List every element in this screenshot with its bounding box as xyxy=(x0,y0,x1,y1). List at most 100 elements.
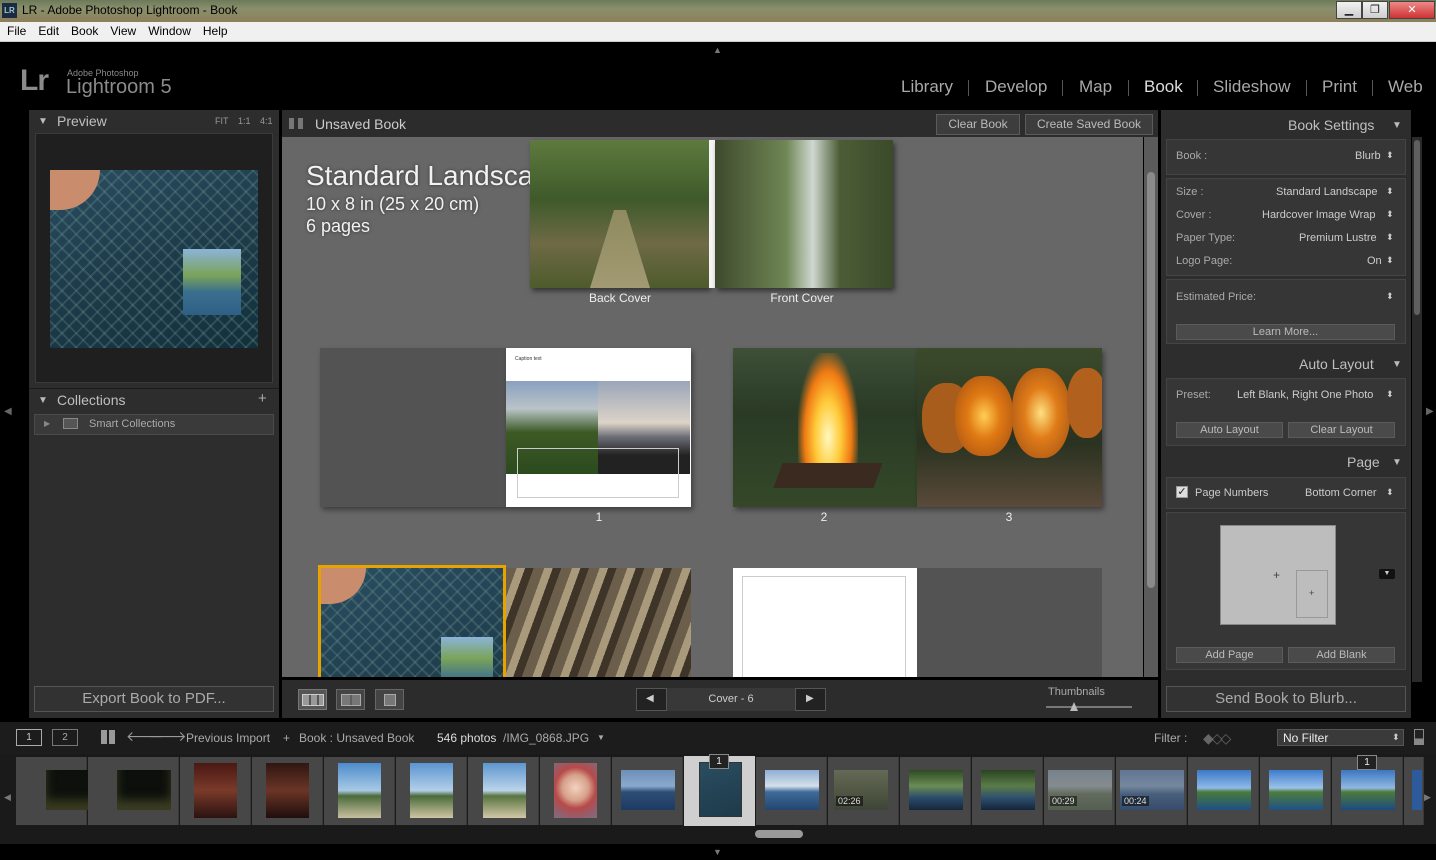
updown-icon: ⬍ xyxy=(1386,291,1394,301)
film-thumb-partial[interactable] xyxy=(1412,770,1422,810)
auto-layout-collapse-icon[interactable]: ▼ xyxy=(1392,359,1402,370)
film-thumb-blue-lake-3[interactable] xyxy=(1341,770,1395,810)
single-page-view-icon[interactable] xyxy=(375,689,404,710)
menu-view[interactable]: View xyxy=(103,22,141,38)
template-dropdown-icon[interactable]: ▼ xyxy=(1379,569,1395,579)
film-thumb-blue-lake-1[interactable] xyxy=(1197,770,1251,810)
previous-page-button[interactable]: ◀ xyxy=(646,693,654,704)
book-settings-title: Book Settings xyxy=(1288,117,1375,133)
paper-type-select[interactable]: Premium Lustre xyxy=(1299,232,1377,244)
page-4-photo-selected[interactable] xyxy=(318,565,506,677)
collapse-bottom-icon[interactable]: ▼ xyxy=(713,847,722,857)
source-book[interactable]: Book : Unsaved Book xyxy=(299,731,414,745)
spread-view-icon[interactable] xyxy=(336,689,365,710)
film-thumb-palm-3[interactable] xyxy=(483,763,526,818)
filmstrip-left-icon[interactable]: ◀ xyxy=(4,792,11,803)
film-thumb-palm-1[interactable] xyxy=(338,763,381,818)
updown-icon: ⬍ xyxy=(1386,232,1394,242)
film-thumb-night-2[interactable] xyxy=(117,770,171,810)
page-template-preview[interactable]: + + xyxy=(1220,525,1336,625)
add-blank-button[interactable]: Add Blank xyxy=(1288,647,1395,663)
page-6-blank[interactable] xyxy=(733,568,917,677)
menu-help[interactable]: Help xyxy=(196,22,233,38)
size-select[interactable]: Standard Landscape xyxy=(1276,186,1378,198)
film-thumb-selected-net[interactable] xyxy=(699,762,742,817)
page-3-photo[interactable] xyxy=(917,348,1102,507)
menu-edit[interactable]: Edit xyxy=(31,22,64,38)
right-scroll-thumb[interactable] xyxy=(1414,140,1420,315)
film-thumb-palm-2[interactable] xyxy=(410,763,453,818)
clear-layout-button[interactable]: Clear Layout xyxy=(1288,422,1395,438)
minimize-icon[interactable]: ▁ xyxy=(1336,1,1362,19)
page-2-photo[interactable] xyxy=(733,348,917,507)
film-thumb-boat[interactable] xyxy=(765,770,819,810)
logo-page-select[interactable]: On xyxy=(1367,255,1382,267)
zoom-1-1[interactable]: 1:1 xyxy=(238,116,251,126)
zoom-fit[interactable]: FIT xyxy=(215,116,229,126)
photo-count: 546 photos xyxy=(437,731,497,745)
create-saved-book-button[interactable]: Create Saved Book xyxy=(1025,114,1153,135)
forward-arrow-icon[interactable]: 🡒 xyxy=(149,728,187,745)
film-thumb-lake[interactable] xyxy=(621,770,675,810)
front-cover-photo[interactable] xyxy=(715,140,893,288)
cover-select[interactable]: Hardcover Image Wrap xyxy=(1262,209,1376,221)
film-thumb-river-1[interactable] xyxy=(909,770,963,810)
module-web[interactable]: Web xyxy=(1388,77,1423,97)
collapse-right-icon[interactable]: ▶ xyxy=(1426,406,1434,417)
collections-collapse-icon[interactable]: ▼ xyxy=(38,395,48,406)
page-5-photo[interactable] xyxy=(506,568,691,677)
module-slideshow[interactable]: Slideshow xyxy=(1213,77,1291,97)
expand-triangle-icon[interactable]: ▶ xyxy=(44,419,50,428)
export-book-pdf-button[interactable]: Export Book to PDF... xyxy=(34,686,274,712)
book-type-select[interactable]: Blurb xyxy=(1355,150,1381,162)
module-map[interactable]: Map xyxy=(1079,77,1112,97)
film-thumb-blue-lake-2[interactable] xyxy=(1269,770,1323,810)
menu-book[interactable]: Book xyxy=(64,22,103,38)
multi-page-view-icon[interactable] xyxy=(298,689,327,710)
filter-lock-icon[interactable] xyxy=(1414,729,1424,745)
menu-window[interactable]: Window xyxy=(141,22,196,38)
page-numbers-position-select[interactable]: Bottom Corner xyxy=(1305,487,1377,499)
maximize-icon[interactable]: ❐ xyxy=(1362,1,1388,19)
back-cover-photo[interactable] xyxy=(530,140,709,288)
close-icon[interactable]: ✕ xyxy=(1389,1,1435,19)
film-thumb-river-2[interactable] xyxy=(981,770,1035,810)
grid-view-icon[interactable] xyxy=(101,730,115,744)
filename-dropdown-icon[interactable]: ▼ xyxy=(597,733,605,742)
smart-collection-folder-icon xyxy=(63,418,78,429)
add-page-button[interactable]: Add Page xyxy=(1176,647,1283,663)
next-page-button[interactable]: ▶ xyxy=(806,693,814,704)
book-settings-collapse-icon[interactable]: ▼ xyxy=(1392,120,1402,131)
clear-book-button[interactable]: Clear Book xyxy=(936,114,1020,135)
module-print[interactable]: Print xyxy=(1322,77,1357,97)
filmstrip-right-icon[interactable]: ▶ xyxy=(1424,792,1431,803)
auto-layout-button[interactable]: Auto Layout xyxy=(1176,422,1283,438)
page-1[interactable]: Caption text xyxy=(506,348,691,507)
film-thumb-child[interactable] xyxy=(554,763,597,818)
preview-image[interactable] xyxy=(50,170,258,348)
filmstrip-scroll-thumb[interactable] xyxy=(755,830,803,838)
module-book[interactable]: Book xyxy=(1144,77,1183,97)
main-window-button[interactable]: 1 xyxy=(16,729,42,746)
page-panel-collapse-icon[interactable]: ▼ xyxy=(1392,457,1402,468)
collapse-left-icon[interactable]: ◀ xyxy=(4,406,12,417)
send-book-to-blurb-button[interactable]: Send Book to Blurb... xyxy=(1166,686,1406,712)
module-library[interactable]: Library xyxy=(901,77,953,97)
second-window-button[interactable]: 2 xyxy=(52,729,78,746)
module-develop[interactable]: Develop xyxy=(985,77,1047,97)
page-numbers-checkbox[interactable]: ✓ xyxy=(1176,486,1188,498)
film-thumb-portrait-2[interactable] xyxy=(266,763,309,818)
menu-file[interactable]: File xyxy=(0,22,31,38)
thumbnail-size-slider[interactable] xyxy=(1046,706,1132,708)
updown-icon: ⬍ xyxy=(1386,150,1394,160)
zoom-4-1[interactable]: 4:1 xyxy=(260,116,273,126)
learn-more-button[interactable]: Learn More... xyxy=(1176,324,1395,340)
preview-collapse-icon[interactable]: ▼ xyxy=(38,116,48,127)
canvas-scrollbar-thumb[interactable] xyxy=(1147,172,1155,588)
preset-select[interactable]: Left Blank, Right One Photo xyxy=(1237,389,1373,401)
film-thumb-portrait-1[interactable] xyxy=(194,763,237,818)
source-previous-import[interactable]: Previous Import xyxy=(186,731,270,745)
add-collection-button[interactable]: + xyxy=(258,390,267,407)
collapse-top-icon[interactable]: ▲ xyxy=(713,45,722,55)
filter-flag-icons[interactable]: ◆◇◇ xyxy=(1203,730,1231,747)
